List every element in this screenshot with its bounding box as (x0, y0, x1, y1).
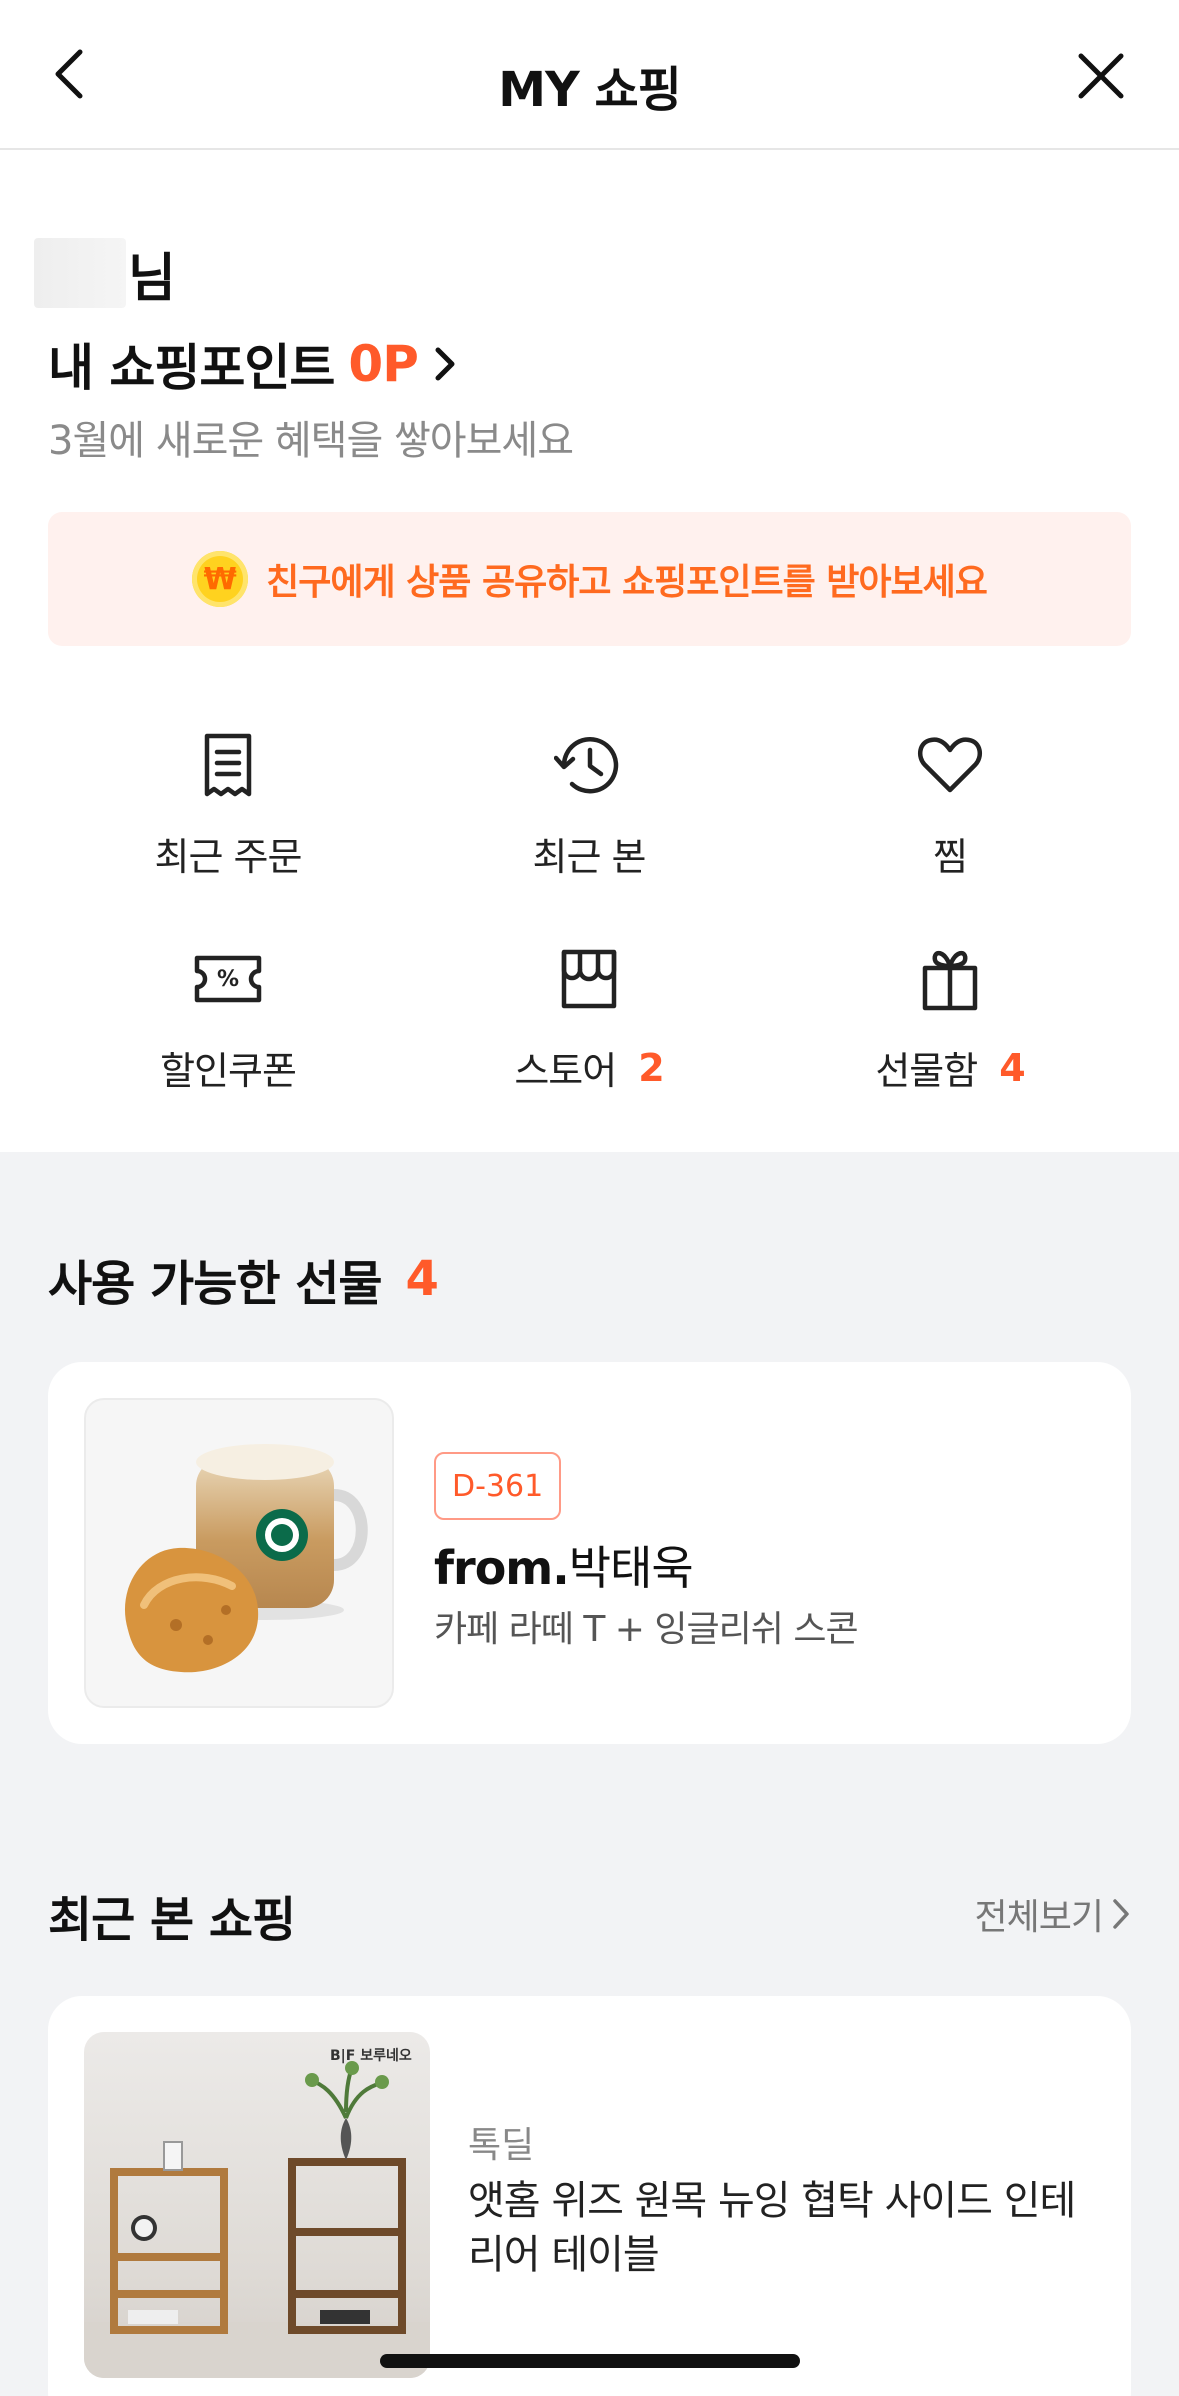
latte-scone-illustration (124, 1444, 368, 1673)
points-subtitle: 3월에 새로운 혜택을 쌓아보세요 (48, 418, 574, 464)
gift-product-image (84, 1398, 394, 1708)
heart-icon (917, 737, 983, 793)
giftbox-count-badge: 4 (999, 1045, 1025, 1090)
won-coin-icon: ₩ (192, 551, 249, 607)
page-title: MY 쇼핑 (498, 62, 682, 118)
see-all-link[interactable]: 전체보기 (975, 1888, 1131, 1940)
product-title: 앳홈 위즈 원목 뉴잉 협탁 사이드 인테리어 테이블 (468, 2178, 1076, 2278)
gift-card[interactable]: D-361 from.박태욱 카페 라떼 T + 잉글리쉬 스콘 (48, 1362, 1131, 1744)
menu-wishlist[interactable]: 찜 (785, 730, 1115, 890)
home-indicator[interactable] (380, 2354, 800, 2368)
menu-label: 선물함 (875, 1049, 978, 1093)
banner-text: 친구에게 상품 공유하고 쇼핑포인트를 받아보세요 (266, 562, 988, 603)
recent-shopping-heading: 최근 본 쇼핑 (48, 1880, 296, 1950)
profile-section: 님 내 쇼핑포인트 0P 3월에 새로운 혜택을 쌓아보세요 ₩ 친구에게 상품… (0, 150, 1179, 1152)
section-title: 사용 가능한 선물 (48, 1256, 383, 1312)
store-count-badge: 2 (638, 1045, 664, 1090)
name-suffix: 님 (128, 248, 176, 309)
dday-badge: D-361 (434, 1452, 562, 1520)
see-all-label: 전체보기 (974, 1897, 1104, 1938)
brand-mark: B|F 보루네오 (330, 2048, 412, 2064)
menu-label: 할인쿠폰 (160, 1049, 297, 1093)
gift-icon (922, 951, 978, 1011)
menu-label: 스토어 (514, 1049, 617, 1093)
menu-giftbox[interactable]: 선물함 4 (785, 944, 1115, 1104)
menu-label: 최근 본 (532, 835, 647, 879)
coupon-icon: % (194, 955, 262, 1003)
gifts-count: 4 (405, 1251, 439, 1307)
side-table-illustration: B|F 보루네오 (84, 2048, 430, 2378)
shopping-points-link[interactable]: 내 쇼핑포인트 0P (48, 328, 458, 400)
svg-text:%: % (217, 967, 239, 992)
menu-label: 최근 주문 (154, 835, 303, 879)
menu-coupons[interactable]: % 할인쿠폰 (63, 944, 393, 1104)
store-icon (561, 949, 617, 1009)
menu-label: 찜 (933, 835, 968, 879)
sender-name: 박태욱 (568, 1541, 694, 1595)
recent-product-image: B|F 보루네오 (84, 2032, 430, 2378)
close-icon[interactable] (1075, 50, 1127, 102)
history-icon (554, 737, 619, 794)
menu-store[interactable]: 스토어 2 (424, 944, 754, 1104)
share-points-banner[interactable]: ₩ 친구에게 상품 공유하고 쇼핑포인트를 받아보세요 (48, 512, 1131, 646)
available-gifts-heading: 사용 가능한 선물 4 (48, 1244, 439, 1314)
chevron-right-icon (1113, 1899, 1129, 1929)
points-label: 내 쇼핑포인트 (48, 339, 335, 397)
recent-product-card[interactable]: B|F 보루네오 톡딜 앳홈 위즈 원목 뉴잉 협탁 사이드 인테리어 테이블 (48, 1996, 1131, 2396)
gift-sender: from.박태욱 (434, 1532, 694, 1598)
from-prefix: from. (434, 1541, 570, 1595)
gift-description: 카페 라떼 T + 잉글리쉬 스콘 (434, 1609, 859, 1650)
shop-name: 톡딜 (468, 2125, 535, 2166)
receipt-icon (204, 733, 252, 797)
user-name-redacted (34, 238, 126, 308)
menu-recent-orders[interactable]: 최근 주문 (63, 730, 393, 890)
menu-recently-viewed[interactable]: 최근 본 (424, 730, 754, 890)
top-nav-bar: MY 쇼핑 (0, 0, 1179, 150)
user-greeting: 님 (34, 238, 176, 309)
chevron-right-icon (435, 347, 455, 381)
points-value: 0P (348, 335, 418, 393)
section-title: 최근 본 쇼핑 (48, 1892, 296, 1948)
